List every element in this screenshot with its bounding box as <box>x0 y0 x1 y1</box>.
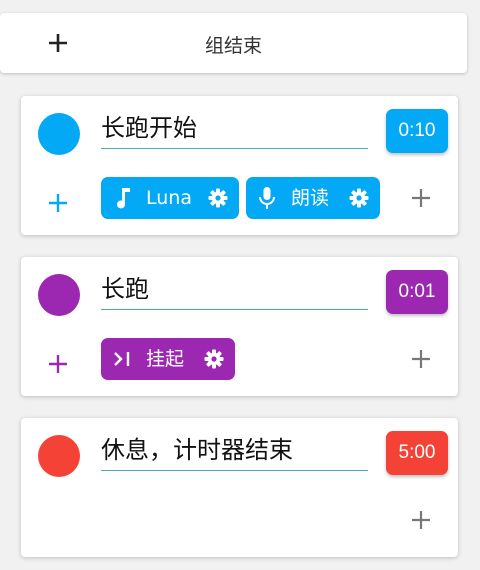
action-label: 朗读 <box>291 187 330 209</box>
duration-button[interactable]: 0:01 <box>386 270 448 314</box>
action-chip-pause[interactable]: 挂起 <box>101 338 235 380</box>
step-card: 长跑开始 0:10 Luna 朗读 <box>21 96 458 235</box>
step-card: 长跑 0:01 挂起 <box>21 257 458 396</box>
group-end-bar: 组结束 <box>0 13 467 73</box>
action-label: Luna <box>146 187 192 209</box>
step-name-field[interactable]: 长跑开始 <box>101 110 368 149</box>
microphone-icon <box>259 187 275 209</box>
skip-next-icon <box>114 352 130 366</box>
add-step-icon[interactable] <box>410 509 432 531</box>
action-chip-music[interactable]: Luna <box>101 177 239 219</box>
duration-button[interactable]: 0:10 <box>386 109 448 153</box>
step-color-dot[interactable] <box>38 113 80 155</box>
gear-icon[interactable] <box>208 188 228 208</box>
music-note-icon <box>117 188 130 209</box>
group-end-title: 组结束 <box>204 35 262 57</box>
gear-icon[interactable] <box>349 188 369 208</box>
step-color-dot[interactable] <box>38 274 80 316</box>
gear-icon[interactable] <box>204 349 224 369</box>
step-card: 休息，计时器结束 5:00 <box>21 418 458 557</box>
step-name-field[interactable]: 休息，计时器结束 <box>101 432 368 471</box>
step-name-field[interactable]: 长跑 <box>101 271 368 310</box>
action-label: 挂起 <box>146 348 185 370</box>
add-step-icon[interactable] <box>410 187 432 209</box>
action-chip-speak[interactable]: 朗读 <box>246 177 380 219</box>
add-action-icon[interactable] <box>47 353 69 375</box>
add-action-icon[interactable] <box>47 192 69 214</box>
add-step-icon[interactable] <box>410 348 432 370</box>
step-color-dot[interactable] <box>38 435 80 477</box>
duration-button[interactable]: 5:00 <box>386 431 448 475</box>
